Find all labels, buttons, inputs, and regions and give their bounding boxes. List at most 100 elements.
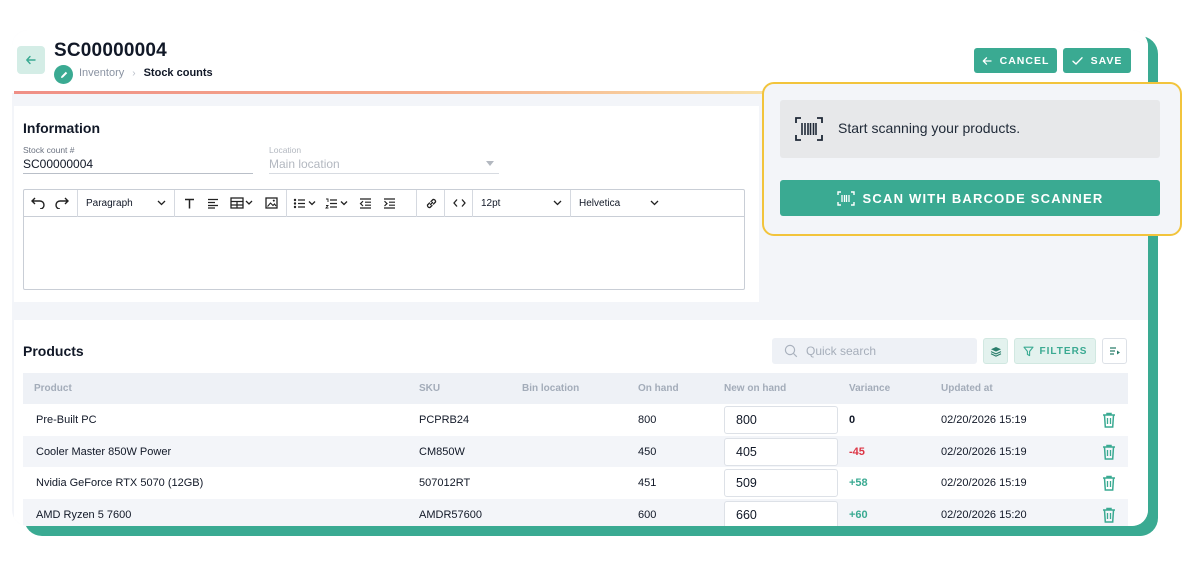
product-updated-at: 02/20/2026 15:19 (941, 445, 1027, 458)
table-row: AMD Ryzen 5 7600 AMDR57600 600 660 +60 0… (23, 498, 1128, 526)
product-sku: PCPRB24 (419, 414, 470, 426)
table-header: Product SKU Bin location On hand New on … (23, 373, 1128, 404)
export-button[interactable] (1102, 338, 1127, 364)
notes-editor[interactable]: Paragraph 12pt Helvetica (23, 189, 745, 290)
barcode-scan-icon (795, 117, 823, 141)
quick-search-placeholder: Quick search (806, 344, 877, 358)
font-family-select[interactable]: Helvetica (571, 190, 667, 217)
product-on-hand: 800 (638, 414, 657, 426)
column-new-on-hand[interactable]: New on hand (724, 383, 786, 394)
stack-button[interactable] (983, 338, 1008, 364)
scan-with-barcode-button[interactable]: SCAN WITH BARCODE SCANNER (780, 180, 1160, 216)
location-label: Location (269, 145, 302, 155)
edit-title-button[interactable] (54, 65, 73, 84)
numbered-list-icon[interactable] (321, 191, 353, 215)
products-table: Product SKU Bin location On hand New on … (23, 373, 1128, 526)
trash-icon[interactable] (1102, 412, 1116, 428)
location-underline (269, 173, 499, 174)
product-name: Pre-Built PC (36, 414, 97, 426)
product-variance: +60 (849, 508, 868, 521)
link-icon[interactable] (419, 191, 443, 215)
filters-button[interactable]: FILTERS (1014, 338, 1096, 364)
arrow-left-icon (26, 55, 36, 65)
new-on-hand-input[interactable]: 405 (724, 437, 838, 466)
save-button[interactable]: SAVE (1063, 48, 1131, 73)
product-variance: 0 (849, 414, 856, 426)
products-panel: Products Quick search FILTERS Product SK… (14, 320, 1148, 526)
product-on-hand: 451 (638, 477, 657, 490)
indent-icon[interactable] (377, 191, 401, 215)
layers-icon (990, 346, 1001, 357)
column-on-hand[interactable]: On hand (638, 383, 679, 394)
header-progress-bar (14, 91, 774, 94)
scan-status-box: Start scanning your products. (780, 100, 1160, 158)
products-title: Products (23, 343, 84, 359)
check-icon (1071, 56, 1083, 65)
back-button[interactable] (17, 46, 45, 74)
barcode-scan-icon (836, 190, 855, 206)
breadcrumb: Inventory › Stock counts (79, 67, 213, 79)
table-row: Nvidia GeForce RTX 5070 (12GB) 507012RT … (23, 467, 1128, 499)
product-name: Cooler Master 850W Power (36, 445, 172, 458)
font-size-value: 12pt (481, 197, 501, 209)
breadcrumb-inventory[interactable]: Inventory (79, 67, 124, 79)
trash-icon[interactable] (1102, 475, 1116, 491)
column-product[interactable]: Product (34, 383, 72, 394)
product-sku: 507012RT (419, 477, 471, 490)
table-icon[interactable] (225, 191, 259, 215)
export-list-icon (1109, 346, 1120, 355)
cancel-label: CANCEL (999, 54, 1050, 67)
font-family-value: Helvetica (579, 197, 621, 209)
product-name: AMD Ryzen 5 7600 (36, 508, 132, 521)
page-title: SC00000004 (54, 40, 167, 61)
product-variance: +58 (849, 477, 868, 490)
product-on-hand: 600 (638, 508, 657, 521)
breadcrumb-stock-counts: Stock counts (143, 67, 213, 79)
table-row: Cooler Master 850W Power CM850W 450 405 … (23, 435, 1128, 468)
block-format-value: Paragraph (86, 197, 133, 209)
breadcrumb-separator: › (132, 67, 136, 79)
font-size-select[interactable]: 12pt (473, 190, 570, 217)
redo-icon[interactable] (50, 191, 74, 215)
product-sku: CM850W (419, 445, 465, 458)
filters-label: FILTERS (1039, 345, 1088, 357)
chevron-down-icon (157, 200, 166, 206)
product-updated-at: 02/20/2026 15:19 (941, 477, 1027, 490)
column-bin-location[interactable]: Bin location (522, 383, 579, 394)
chevron-down-icon (650, 200, 659, 206)
block-format-select[interactable]: Paragraph (78, 190, 174, 217)
image-icon[interactable] (259, 191, 283, 215)
product-name: Nvidia GeForce RTX 5070 (12GB) (36, 477, 204, 490)
product-updated-at: 02/20/2026 15:20 (941, 508, 1027, 521)
stock-count-underline (23, 173, 253, 174)
text-format-icon[interactable] (177, 191, 201, 215)
new-on-hand-input[interactable]: 660 (724, 500, 838, 526)
quick-search-input[interactable]: Quick search (772, 338, 977, 364)
filter-icon (1022, 346, 1034, 356)
product-sku: AMDR57600 (419, 508, 482, 521)
column-updated-at[interactable]: Updated at (941, 383, 993, 394)
save-label: SAVE (1090, 54, 1123, 67)
information-title: Information (23, 120, 100, 136)
scan-message: Start scanning your products. (838, 120, 1021, 136)
column-variance[interactable]: Variance (849, 383, 890, 394)
cancel-button[interactable]: CANCEL (974, 48, 1057, 73)
stock-count-field[interactable]: SC00000004 (23, 157, 93, 171)
outdent-icon[interactable] (353, 191, 377, 215)
bullet-list-icon[interactable] (289, 191, 321, 215)
product-on-hand: 450 (638, 445, 657, 458)
information-panel: Information Stock count # SC00000004 Loc… (14, 106, 759, 302)
chevron-down-icon (553, 200, 562, 206)
pencil-icon (60, 71, 67, 78)
trash-icon[interactable] (1102, 444, 1116, 460)
align-left-icon[interactable] (201, 191, 225, 215)
search-icon (784, 344, 798, 358)
column-sku[interactable]: SKU (419, 383, 440, 394)
new-on-hand-input[interactable]: 800 (724, 406, 838, 434)
scan-panel: Start scanning your products. SCAN WITH … (762, 82, 1182, 236)
location-select[interactable]: Main location (269, 157, 340, 171)
new-on-hand-input[interactable]: 509 (724, 469, 838, 498)
undo-icon[interactable] (26, 191, 50, 215)
code-icon[interactable] (447, 191, 471, 215)
trash-icon[interactable] (1102, 507, 1116, 523)
